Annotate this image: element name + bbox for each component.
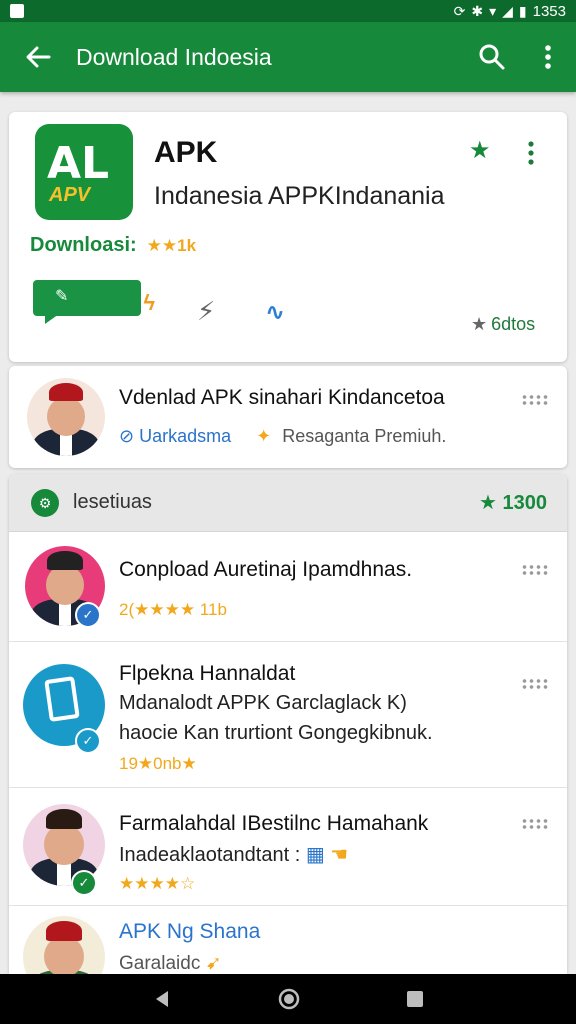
link-icon: ⊘ <box>119 426 135 446</box>
author-secondary: Resaganta Premiuh. <box>282 426 447 446</box>
app-logo: AL APV <box>35 124 133 220</box>
list-item-title: Conpload Auretinaj Ipamdhnas. <box>119 558 413 581</box>
count-star-icon: ★ <box>479 492 497 514</box>
app-name: APK <box>154 136 218 169</box>
author-title: Vdenlad APK sinahari Kindancetoa <box>119 386 445 409</box>
section-count: ★ 1300 <box>479 490 547 515</box>
list-item-more-icon[interactable] <box>521 818 549 830</box>
bird-icon: ✦ <box>256 426 272 446</box>
back-button[interactable] <box>0 46 76 68</box>
list-item-link[interactable]: APK Ng Shana <box>119 920 260 944</box>
app-more-button[interactable] <box>527 140 535 171</box>
count-value: 1300 <box>502 492 548 514</box>
list-item-rating: 19★0nb★ <box>119 754 197 773</box>
grade-info: ★ 6dtos <box>471 314 535 335</box>
arrow-icon: ➹ <box>205 953 222 974</box>
sync-icon: ⟳ <box>453 2 466 19</box>
notification-icon <box>10 4 24 18</box>
edit-icon: ✎ <box>55 288 69 305</box>
list-item-rating: 2(★★★★ 11b <box>119 600 227 619</box>
author-card[interactable]: Vdenlad APK sinahari Kindancetoa ⊘ Uarka… <box>9 366 567 468</box>
wifi-icon: ▾ <box>489 2 497 19</box>
status-time: 1353 <box>532 2 566 20</box>
verified-badge-icon: ✓ <box>75 728 101 754</box>
list-item-more-icon[interactable] <box>521 564 549 576</box>
search-icon <box>479 44 505 70</box>
nav-home-icon[interactable] <box>277 987 301 1011</box>
battery-icon: ▮ <box>518 2 527 19</box>
signal-icon: ◢ <box>502 2 513 19</box>
back-arrow-icon <box>26 46 51 68</box>
logo-text-bottom: APV <box>49 184 91 206</box>
list-item-more-icon[interactable] <box>521 678 549 690</box>
list-item-line2: Inadeaklaotandtant : ▦ ☚ <box>119 842 348 867</box>
status-bar: ⟳ ✱ ▾ ◢ ▮ 1353 <box>0 0 576 22</box>
section-header: ⚙ lesetiuas ★ 1300 <box>9 474 567 532</box>
author-meta: ⊘ Uarkadsma ✦ Resaganta Premiuh. <box>119 426 446 447</box>
author-link[interactable]: Uarkadsma <box>139 426 231 446</box>
system-nav-bar <box>0 974 576 1024</box>
list-item-rating: ★★★★☆ <box>119 874 196 893</box>
overflow-menu-button[interactable] <box>520 44 576 70</box>
grade-star-icon: ★ <box>471 314 488 334</box>
list-item[interactable]: ✓ Flpekna Hannaldat Mdanalodt APPK Garcl… <box>9 642 567 788</box>
app-bar: Download Indoesia <box>0 22 576 92</box>
list-item-title: Farmalahdal IBestilnc Hamahank <box>119 812 429 835</box>
logo-text-top: AL <box>47 138 110 189</box>
list-avatar <box>23 916 105 978</box>
section-title: lesetiuas <box>73 491 152 513</box>
section-icon: ⚙ <box>31 489 59 517</box>
download-label-text: Downloasi: <box>30 234 137 256</box>
author-more-icon[interactable] <box>521 394 549 406</box>
install-button[interactable]: ✎ ϟ <box>33 280 155 324</box>
list-item[interactable]: APK Ng Shana Garalaidc ➹ <box>9 906 567 978</box>
calendar-icon: ▦ <box>305 844 325 866</box>
more-vert-icon <box>528 141 534 165</box>
nav-back-icon[interactable] <box>152 989 172 1009</box>
nav-recents-icon[interactable] <box>406 990 424 1008</box>
list-item-subtitle: Garalaidc ➹ <box>119 952 222 975</box>
download-rating: ★★1k <box>146 236 197 255</box>
search-button[interactable] <box>464 43 520 71</box>
list-item-line2: Mdanalodt APPK Garclaglack K) <box>119 692 407 714</box>
verified-badge-icon: ✓ <box>71 870 97 896</box>
download-label: Downloasi: ★★1k <box>30 234 196 257</box>
list-item[interactable]: ✓ Farmalahdal IBestilnc Hamahank Inadeak… <box>9 788 567 906</box>
lightning-icon: ϟ <box>143 290 155 315</box>
list-item-subtitle-text: Garalaidc <box>119 953 201 974</box>
list-item-line3: haocie Kan trurtiont Gongegkibnuk. <box>119 722 433 744</box>
app-bar-title: Download Indoesia <box>76 43 272 70</box>
list-item-line2-text: Inadeaklaotandtant : <box>119 844 301 866</box>
favorite-star-icon[interactable]: ★ <box>469 136 491 165</box>
verified-badge-icon: ✓ <box>75 602 101 628</box>
list-item-title: Flpekna Hannaldat <box>119 662 296 685</box>
list-item[interactable]: ✓ Conpload Auretinaj Ipamdhnas. 2(★★★★ 1… <box>9 532 567 642</box>
results-section: ⚙ lesetiuas ★ 1300 ✓ Conpload Auretinaj … <box>9 474 567 978</box>
more-vert-icon <box>545 45 551 69</box>
grade-label: 6dtos <box>491 314 536 334</box>
bluetooth-icon: ✱ <box>471 2 484 19</box>
author-avatar <box>27 378 105 456</box>
app-card[interactable]: AL APV APK Indanesia APPKIndanania ★ Dow… <box>9 112 567 362</box>
flash-icon[interactable]: ⚡ <box>197 296 215 327</box>
button-tail <box>45 314 59 324</box>
app-subtitle: Indanesia APPKIndanania <box>154 182 445 210</box>
thumb-icon: ☚ <box>330 844 349 866</box>
trend-icon[interactable]: ∿ <box>265 298 285 327</box>
